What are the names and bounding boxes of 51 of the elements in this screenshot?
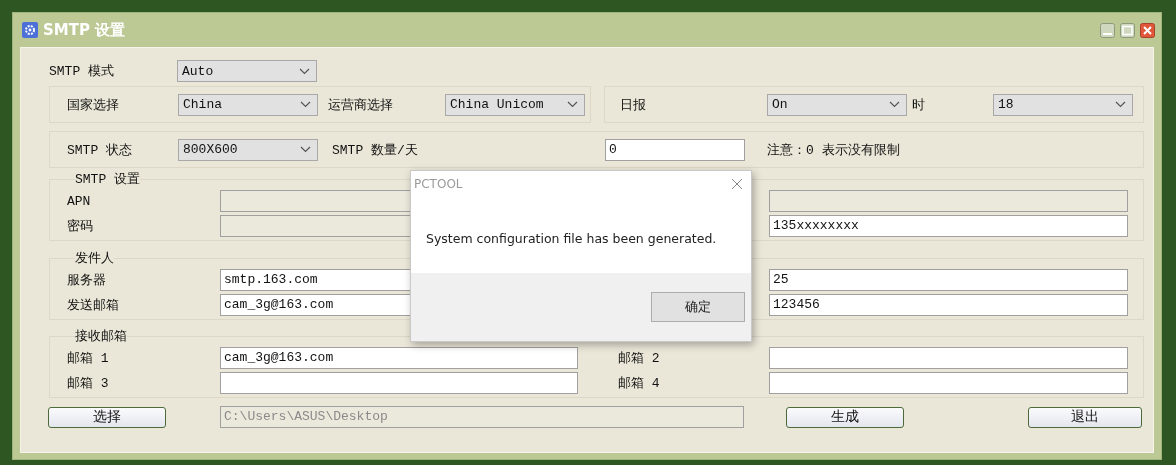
field-label: SMTP 数量/天 <box>332 141 419 159</box>
field-label: 服务器 <box>67 272 107 289</box>
maximize-icon[interactable] <box>1120 22 1135 38</box>
field-label: 邮箱 3 <box>67 375 110 392</box>
close-icon[interactable] <box>731 178 743 190</box>
text-field[interactable]: 25 <box>769 269 1128 291</box>
minimize-icon[interactable] <box>1100 22 1115 38</box>
dropdown[interactable]: Auto <box>177 60 317 82</box>
text-field[interactable]: 123456 <box>769 294 1128 316</box>
group-title: SMTP 设置 <box>75 171 140 188</box>
dialog-title: PCTOOL <box>414 177 463 191</box>
dialog-message: System configuration file has been generated. <box>426 231 717 246</box>
dropdown[interactable]: China Unicom <box>445 93 585 116</box>
dropdown[interactable]: 800X600 <box>178 138 318 161</box>
group-title: 发件人 <box>75 250 114 267</box>
field-label: 国家选择 <box>67 96 120 114</box>
field-label: 发送邮箱 <box>67 297 120 314</box>
text-field[interactable]: 135xxxxxxxx <box>769 215 1128 237</box>
field-label: APN <box>67 193 92 209</box>
chevron-icon <box>300 101 311 108</box>
chevron-icon <box>299 67 310 75</box>
field-label: SMTP 状态 <box>67 141 133 159</box>
chevron-icon <box>300 146 311 153</box>
dropdown[interactable]: 18 <box>993 93 1133 116</box>
chevron-icon <box>889 101 900 108</box>
field-label: 运营商选择 <box>328 96 394 114</box>
window-title: SMTP 设置 <box>43 20 127 40</box>
group-title: 接收邮箱 <box>75 328 127 345</box>
note-text: 注意：0 表示没有限制 <box>767 141 901 159</box>
text-field[interactable]: cam_3g@163.com <box>220 347 578 369</box>
dropdown[interactable]: On <box>767 93 907 116</box>
generate-button[interactable]: 生成 <box>786 406 904 428</box>
select-button[interactable]: 选择 <box>48 406 166 428</box>
chevron-icon <box>567 101 578 108</box>
field-label: 邮箱 4 <box>618 375 661 392</box>
field-label: 邮箱 1 <box>67 350 110 367</box>
ok-button[interactable]: 确定 <box>651 292 745 322</box>
exit-button[interactable]: 退出 <box>1028 406 1142 428</box>
field-label: 日报 <box>620 96 647 114</box>
text-field[interactable] <box>769 347 1128 369</box>
chevron-icon <box>1115 101 1126 108</box>
field-label: 密码 <box>67 218 94 235</box>
dropdown[interactable]: China <box>178 93 318 116</box>
field-label: 邮箱 2 <box>618 350 661 367</box>
text-field[interactable] <box>220 372 578 394</box>
gear-icon <box>22 22 38 38</box>
text-field[interactable]: 0 <box>605 138 745 161</box>
field-label: SMTP 模式 <box>49 63 115 80</box>
field-label: 时 <box>912 96 926 114</box>
text-field[interactable] <box>769 372 1128 394</box>
close-icon[interactable] <box>1140 22 1155 38</box>
